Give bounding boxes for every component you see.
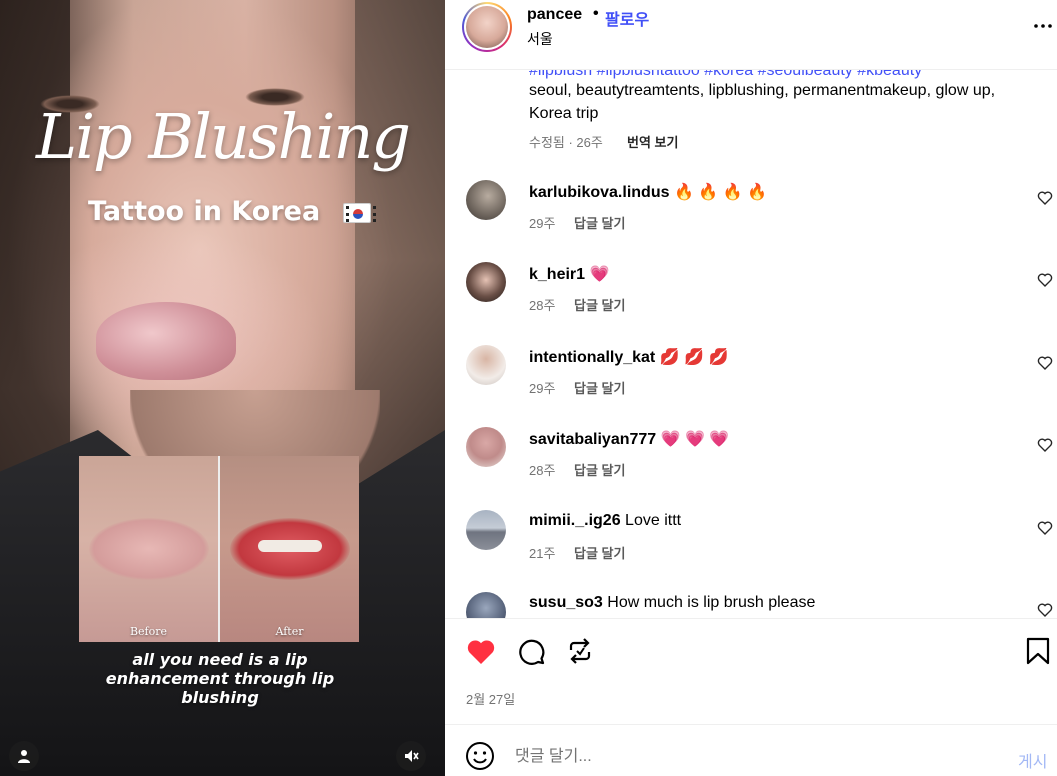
author-avatar[interactable] [462, 2, 512, 52]
post-media[interactable]: Lip Blushing Tattoo in Korea Before Afte… [0, 0, 445, 776]
post-header: pancee • 팔로우 서울 [445, 0, 1057, 70]
comment-time: 21주 [529, 546, 556, 561]
emoji-icon[interactable] [465, 741, 495, 771]
media-caption: all you need is a lip enhancement throug… [105, 650, 335, 707]
comment-username[interactable]: karlubikova.lindus [529, 184, 669, 201]
comment-composer: 게시 [445, 724, 1057, 776]
comment-time: 28주 [529, 463, 556, 478]
more-horizontal-icon [1034, 24, 1052, 28]
translate-button[interactable]: 번역 보기 [627, 132, 678, 151]
more-options-button[interactable] [1033, 16, 1053, 36]
user-icon [18, 750, 30, 763]
media-title: Lip Blushing [36, 100, 411, 173]
post-actions-bar: 2월 27일 [445, 618, 1057, 724]
comment-text: 💗 💗 💗 [660, 431, 730, 448]
bookmark-icon [1026, 637, 1050, 665]
comment-item: susu_so3 How much is lip brush please [445, 592, 1057, 618]
comment-author[interactable]: savitabaliyan777 💗 💗 💗 [529, 429, 729, 449]
comment-username[interactable]: intentionally_kat [529, 349, 655, 366]
like-button[interactable] [465, 635, 497, 667]
media-subtitle: Tattoo in Korea [88, 196, 321, 227]
before-photo: Before [79, 456, 218, 642]
comment-avatar[interactable] [466, 180, 506, 220]
comment-time: 29주 [529, 381, 556, 396]
comment-author[interactable]: susu_so3 How much is lip brush please [529, 594, 815, 612]
mute-button[interactable] [396, 741, 426, 771]
post-date[interactable]: 2월 27일 [466, 689, 515, 708]
comment-username[interactable]: savitabaliyan777 [529, 431, 656, 448]
comments-scroll-area[interactable]: #lipblush #lipblushtattoo #korea #seoulb… [445, 70, 1057, 618]
comment-text: 💋 💋 💋 [659, 349, 729, 366]
lip-image [89, 518, 209, 580]
comment-avatar[interactable] [466, 510, 506, 550]
avatar-image [466, 6, 508, 48]
comment-item: intentionally_kat 💋 💋 💋 29주 답글 달기 [445, 345, 1057, 415]
comment-avatar[interactable] [466, 345, 506, 385]
repost-icon [569, 638, 591, 664]
before-label: Before [129, 625, 168, 638]
heart-outline-icon[interactable] [1037, 355, 1053, 371]
heart-outline-icon[interactable] [1037, 272, 1053, 288]
before-after-card: Before After [79, 456, 359, 642]
heart-outline-icon[interactable] [1037, 437, 1053, 453]
comment-avatar[interactable] [466, 427, 506, 467]
comment-username[interactable]: susu_so3 [529, 594, 603, 611]
reply-button[interactable]: 답글 달기 [574, 543, 625, 562]
comment-input[interactable] [515, 745, 995, 769]
korea-flag-icon [343, 203, 376, 223]
comment-item: savitabaliyan777 💗 💗 💗 28주 답글 달기 [445, 427, 1057, 497]
reply-button[interactable]: 답글 달기 [574, 213, 625, 232]
heart-outline-icon[interactable] [1037, 602, 1053, 618]
comment-avatar[interactable] [466, 592, 506, 618]
repost-button[interactable] [564, 635, 596, 667]
separator-dot: • [593, 5, 599, 22]
post-side-panel: pancee • 팔로우 서울 #lipblush #lipblushtatto… [445, 0, 1057, 776]
caption-meta: 수정됨 · 26주 [529, 135, 603, 150]
post-comment-button[interactable]: 게시 [1018, 748, 1047, 772]
heart-outline-icon[interactable] [1037, 190, 1053, 206]
heart-outline-icon[interactable] [1037, 520, 1053, 536]
heart-filled-icon [467, 640, 495, 664]
reply-button[interactable]: 답글 달기 [574, 378, 625, 397]
comment-time: 28주 [529, 298, 556, 313]
author-username[interactable]: pancee [527, 6, 582, 24]
comment-avatar[interactable] [466, 262, 506, 302]
after-photo: After [220, 456, 359, 642]
comment-text: 💗 [589, 266, 610, 283]
comment-text: 🔥 🔥 🔥 🔥 [673, 184, 767, 201]
follow-button[interactable]: 팔로우 [605, 6, 649, 30]
teeth-image [258, 540, 322, 552]
comment-author[interactable]: k_heir1 💗 [529, 264, 609, 284]
comment-text: How much is lip brush please [607, 594, 816, 611]
after-label: After [275, 625, 304, 638]
tagged-users-button[interactable] [9, 741, 39, 771]
post-location[interactable]: 서울 [527, 29, 553, 49]
comment-username[interactable]: k_heir1 [529, 266, 585, 283]
comment-text: Love ittt [625, 512, 682, 529]
caption-text: seoul, beautytreamtents, lipblushing, pe… [529, 82, 996, 122]
media-background [96, 302, 236, 380]
comment-author[interactable]: mimii._.ig26 Love ittt [529, 512, 681, 530]
reply-button[interactable]: 답글 달기 [574, 460, 625, 479]
reply-button[interactable]: 답글 달기 [574, 295, 625, 314]
comment-time: 29주 [529, 216, 556, 231]
comment-username[interactable]: mimii._.ig26 [529, 512, 621, 529]
comment-item: k_heir1 💗 28주 답글 달기 [445, 262, 1057, 332]
save-button[interactable] [1022, 635, 1054, 667]
comment-button[interactable] [515, 635, 547, 667]
comment-author[interactable]: intentionally_kat 💋 💋 💋 [529, 347, 728, 367]
comment-item: karlubikova.lindus 🔥 🔥 🔥 🔥 29주 답글 달기 [445, 180, 1057, 250]
comment-author[interactable]: karlubikova.lindus 🔥 🔥 🔥 🔥 [529, 182, 767, 202]
speaker-muted-icon [405, 750, 419, 762]
comment-item: mimii._.ig26 Love ittt 21주 답글 달기 [445, 510, 1057, 580]
comment-icon [519, 639, 545, 665]
